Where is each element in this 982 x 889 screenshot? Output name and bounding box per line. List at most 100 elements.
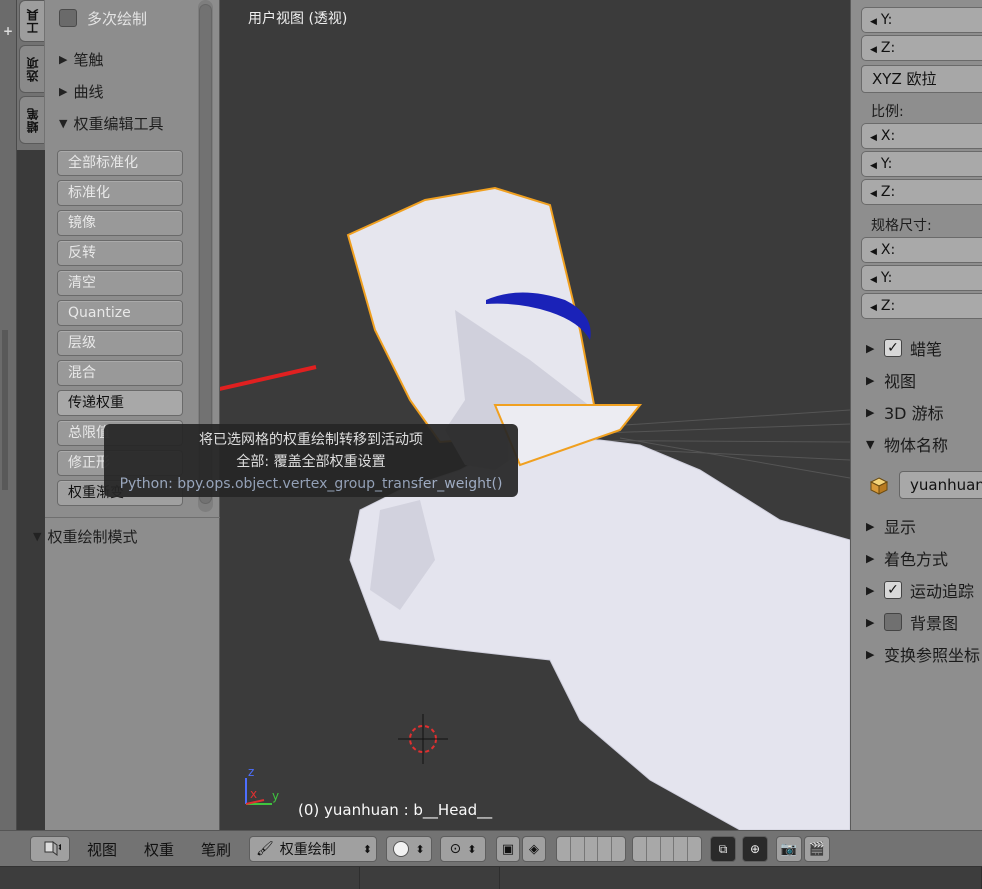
mode-select[interactable]: 🖌 权重绘制 ⬍ (249, 836, 377, 862)
normalize-all-button[interactable]: 全部标准化 (57, 150, 183, 176)
panel-grease-pencil[interactable]: ▶ ✓ 蜡笔 (866, 336, 942, 360)
panel-background-images[interactable]: ▶ 背景图 (866, 610, 958, 634)
weight-paint-brush-icon: 🖌 (256, 841, 274, 857)
decrement-arrow-icon[interactable]: ◀ (870, 161, 877, 171)
lock-camera-toggle[interactable]: ⧉ (710, 836, 736, 862)
levels-button[interactable]: 层级 (57, 330, 183, 356)
panel-item-name[interactable]: ▼ 物体名称 (866, 432, 948, 456)
scale-y-field[interactable]: ◀ Y: (861, 151, 982, 177)
dimensions-z-label: Z: (880, 298, 896, 314)
menu-weights[interactable]: 权重 (144, 836, 174, 862)
rotation-mode-select[interactable]: XYZ 欧拉 (861, 65, 982, 93)
scale-label: 比例: (871, 104, 904, 120)
rotation-y-field[interactable]: ◀ Y: (861, 7, 982, 33)
pivot-point-icon: ⊙ (449, 841, 462, 857)
panel-transform-orientations-label: 变换参照坐标 (884, 646, 981, 665)
tab-tools[interactable]: 工具 (19, 0, 44, 42)
dimensions-z-field[interactable]: ◀ Z: (861, 293, 982, 319)
object-cube-icon (869, 477, 889, 495)
mirror-button[interactable]: 镜像 (57, 210, 183, 236)
rotation-y-label: Y: (880, 12, 893, 28)
decrement-arrow-icon[interactable]: ◀ (870, 247, 877, 257)
collapsed-triangle-icon: ▶ (866, 519, 875, 533)
panel-transform-orientations[interactable]: ▶ 变换参照坐标 (866, 642, 980, 666)
menu-brush[interactable]: 笔刷 (201, 836, 231, 862)
3d-cursor-icon[interactable] (398, 714, 448, 764)
blend-button[interactable]: 混合 (57, 360, 183, 386)
tool-shelf: 多次绘制 ▶ 笔触 ▶ 曲线 ▼ 权重编辑工具 全部标准化 标准化 镜像 反转 清空 … (33, 0, 220, 830)
timeline-segment[interactable] (0, 867, 360, 889)
editor-type-button[interactable]: ⬍ (30, 836, 70, 862)
face-mask-toggle[interactable]: ▣ (496, 836, 520, 862)
quantize-button[interactable]: Quantize (57, 300, 183, 326)
scale-y-label: Y: (880, 156, 893, 172)
decrement-arrow-icon[interactable]: ◀ (870, 45, 877, 55)
render-still-button[interactable]: 📷 (776, 836, 802, 862)
clean-button[interactable]: 清空 (57, 270, 183, 296)
3d-viewport[interactable]: 用户视图 (透视) z x y (0) yuanhuan : b__Head__ (220, 0, 850, 830)
scale-z-field[interactable]: ◀ Z: (861, 179, 982, 205)
rotation-z-field[interactable]: ◀ Z: (861, 35, 982, 61)
timeline-segment[interactable] (360, 867, 500, 889)
section-weight-paint-mode-label: 权重绘制模式 (47, 527, 138, 546)
viewport-shading-select[interactable]: ⬍ (386, 836, 432, 862)
timeline-segment[interactable] (500, 867, 982, 889)
camera-render-icon: 📷 (780, 841, 798, 857)
snap-target-icon: ⊕ (749, 842, 761, 856)
dimensions-x-field[interactable]: ◀ X: (861, 237, 982, 263)
vertex-mask-toggle[interactable]: ◈ (522, 836, 546, 862)
properties-region: ◀ Y: ◀ Z: XYZ 欧拉 比例: ◀ X: ◀ Y: ◀ Z: 规格尺寸: ◀ X:… (850, 0, 982, 830)
decrement-arrow-icon[interactable]: ◀ (870, 17, 877, 27)
layer-buttons-group-2[interactable] (632, 836, 702, 862)
dimensions-y-label: Y: (880, 270, 893, 286)
section-stroke[interactable]: ▶ 笔触 (59, 47, 103, 71)
snap-toggle[interactable]: ⊕ (742, 836, 768, 862)
viewport-scene (220, 186, 850, 830)
svg-text:⬍: ⬍ (57, 843, 61, 852)
background-images-checkbox[interactable] (884, 613, 902, 631)
dimensions-y-field[interactable]: ◀ Y: (861, 265, 982, 291)
normalize-button[interactable]: 标准化 (57, 180, 183, 206)
section-curve[interactable]: ▶ 曲线 (59, 79, 103, 103)
decrement-arrow-icon[interactable]: ◀ (870, 133, 877, 143)
invert-button[interactable]: 反转 (57, 240, 183, 266)
multi-paint-checkbox[interactable] (59, 9, 77, 27)
panel-3d-cursor[interactable]: ▶ 3D 游标 (866, 400, 944, 424)
panel-motion-tracking[interactable]: ▶ ✓ 运动追踪 (866, 578, 974, 602)
collapsed-triangle-icon: ▶ (866, 583, 875, 597)
expand-plus-icon[interactable]: + (3, 24, 13, 38)
section-curve-label: 曲线 (73, 82, 104, 101)
tab-grease-pencil[interactable]: 蜡笔 (19, 96, 44, 144)
motion-tracking-checkbox[interactable]: ✓ (884, 581, 902, 599)
decrement-arrow-icon[interactable]: ◀ (870, 275, 877, 285)
edge-scroll-handle[interactable] (2, 330, 8, 490)
section-weight-tools[interactable]: ▼ 权重编辑工具 (59, 111, 163, 135)
transfer-weights-button[interactable]: 传递权重 (57, 390, 183, 416)
menu-view[interactable]: 视图 (87, 836, 117, 862)
viewport-header: ⬍ 视图 权重 笔刷 🖌 权重绘制 ⬍ ⬍ ⊙ ⬍ ▣ ◈ ⧉ ⊕ 📷 🎬 (0, 830, 982, 866)
scale-x-field[interactable]: ◀ X: (861, 123, 982, 149)
tool-shelf-tabs: 工具 选项 蜡笔 (17, 0, 45, 150)
pivot-point-select[interactable]: ⊙ ⬍ (440, 836, 486, 862)
grease-pencil-checkbox[interactable]: ✓ (884, 339, 902, 357)
decrement-arrow-icon[interactable]: ◀ (870, 303, 877, 313)
tab-options[interactable]: 选项 (19, 45, 44, 93)
panel-view[interactable]: ▶ 视图 (866, 368, 916, 392)
panel-display[interactable]: ▶ 显示 (866, 514, 916, 538)
panel-background-images-label: 背景图 (910, 614, 959, 633)
vertex-mask-cube-icon: ◈ (529, 841, 539, 857)
multi-paint-label: 多次绘制 (87, 9, 148, 28)
panel-shading[interactable]: ▶ 着色方式 (866, 546, 948, 570)
section-weight-paint-mode[interactable]: ▼ 权重绘制模式 (33, 524, 137, 548)
object-name-field[interactable]: yuanhuan (899, 471, 982, 499)
decrement-arrow-icon[interactable]: ◀ (870, 189, 877, 199)
left-edge-strip: + (0, 0, 17, 830)
axis-x-label: x (250, 787, 258, 801)
layer-buttons-group-1[interactable] (556, 836, 626, 862)
collapsed-triangle-icon: ▶ (59, 84, 68, 98)
multi-paint-toggle[interactable]: 多次绘制 (59, 6, 147, 30)
tooltip: 将已选网格的权重绘制转移到活动项 全部: 覆盖全部权重设置 Python: bp… (104, 424, 518, 497)
render-animation-button[interactable]: 🎬 (804, 836, 830, 862)
expanded-triangle-icon: ▼ (866, 437, 875, 451)
tooltip-description: 将已选网格的权重绘制转移到活动项 (199, 432, 423, 448)
